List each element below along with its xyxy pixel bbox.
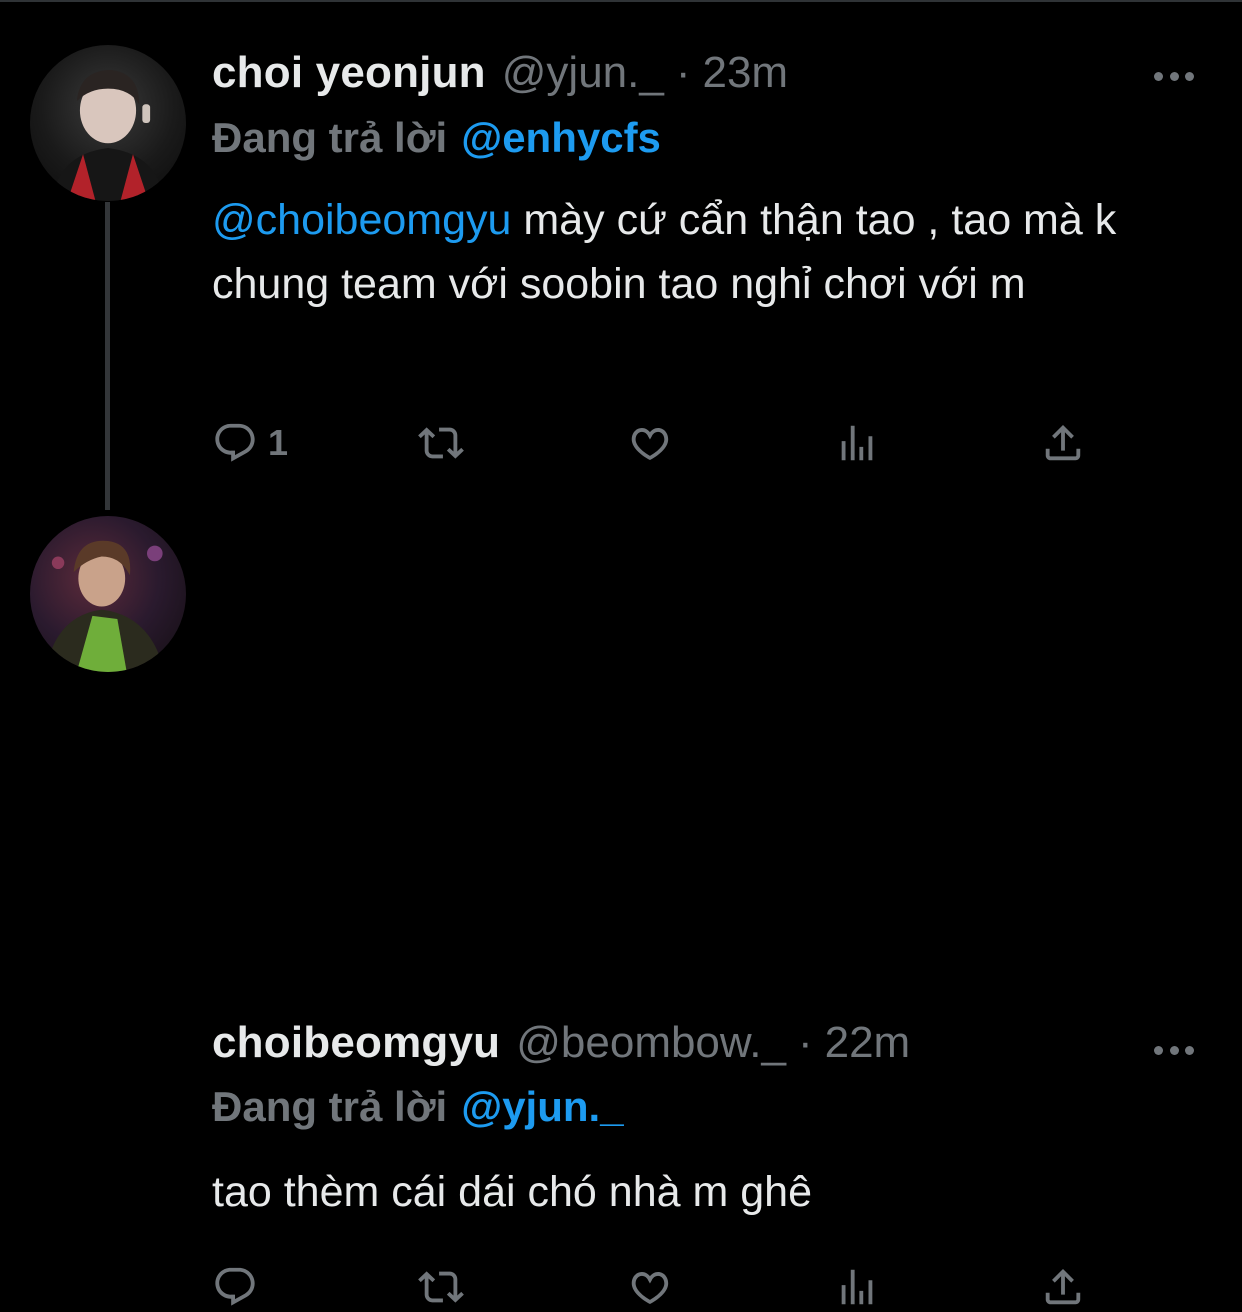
reply-button[interactable] [212,1262,258,1312]
display-name[interactable]: choi yeonjun [212,48,486,98]
more-options-icon[interactable] [1154,1044,1194,1056]
like-button[interactable] [626,1262,672,1312]
user-handle[interactable]: @beombow._ [516,1018,786,1068]
tweet-actions: 1 [212,418,1092,468]
tweet-actions [212,1262,1092,1312]
display-name[interactable]: choibeomgyu [212,1018,500,1068]
analytics-button[interactable] [834,418,880,468]
share-button[interactable] [1040,1262,1086,1312]
replying-to-label: Đang trả lời [212,1083,448,1130]
retweet-button[interactable] [418,418,464,468]
analytics-button[interactable] [834,1262,880,1312]
like-icon [631,1272,669,1305]
reply-button[interactable]: 1 [212,418,288,468]
tweet-text: @choibeomgyu mày cứ cẩn thận tao , tao m… [212,188,1192,316]
views-icon [841,1269,873,1305]
separator-dot: · [675,48,691,97]
reply-icon [215,423,255,462]
tweet-text: tao thèm cái dái chó nhà m ghê [212,1168,812,1216]
like-button[interactable] [626,418,672,468]
share-icon [1045,424,1081,461]
retweet-icon [418,1271,464,1303]
share-icon [1045,1268,1081,1305]
timestamp[interactable]: 23m [702,48,788,98]
mention-link[interactable]: @choibeomgyu [212,196,511,244]
avatar-image [45,540,165,672]
tweet[interactable]: choi yeonjun @yjun._ · 23m Đang trả lời @… [0,0,1242,510]
replying-to: Đang trả lời @yjun._ [212,1083,624,1131]
tweet-header: choi yeonjun @yjun._ · 23m [212,48,788,108]
replying-to-label: Đang trả lời [212,114,448,161]
avatar[interactable] [30,45,186,201]
user-handle[interactable]: @yjun._ [502,48,664,98]
retweet-icon [418,427,464,459]
reply-icon [215,1267,255,1306]
replying-to-handle[interactable]: @yjun._ [461,1083,623,1130]
share-button[interactable] [1040,418,1086,468]
timestamp[interactable]: 22m [825,1018,911,1068]
thread-line [105,202,110,510]
more-options-icon[interactable] [1154,70,1194,82]
tweet[interactable]: choibeomgyu @beombow._ · 22m Đang trả lờ… [0,500,1242,1306]
replying-to-handle[interactable]: @enhycfs [461,114,661,161]
avatar-image [51,69,165,201]
separator-dot: · [797,1018,813,1067]
like-icon [631,428,669,461]
retweet-button[interactable] [418,1262,464,1312]
views-icon [841,425,873,461]
replying-to: Đang trả lời @enhycfs [212,114,661,162]
reply-count: 1 [268,422,289,463]
tweet-header: choibeomgyu @beombow._ · 22m [212,1018,910,1078]
avatar[interactable] [30,516,186,672]
